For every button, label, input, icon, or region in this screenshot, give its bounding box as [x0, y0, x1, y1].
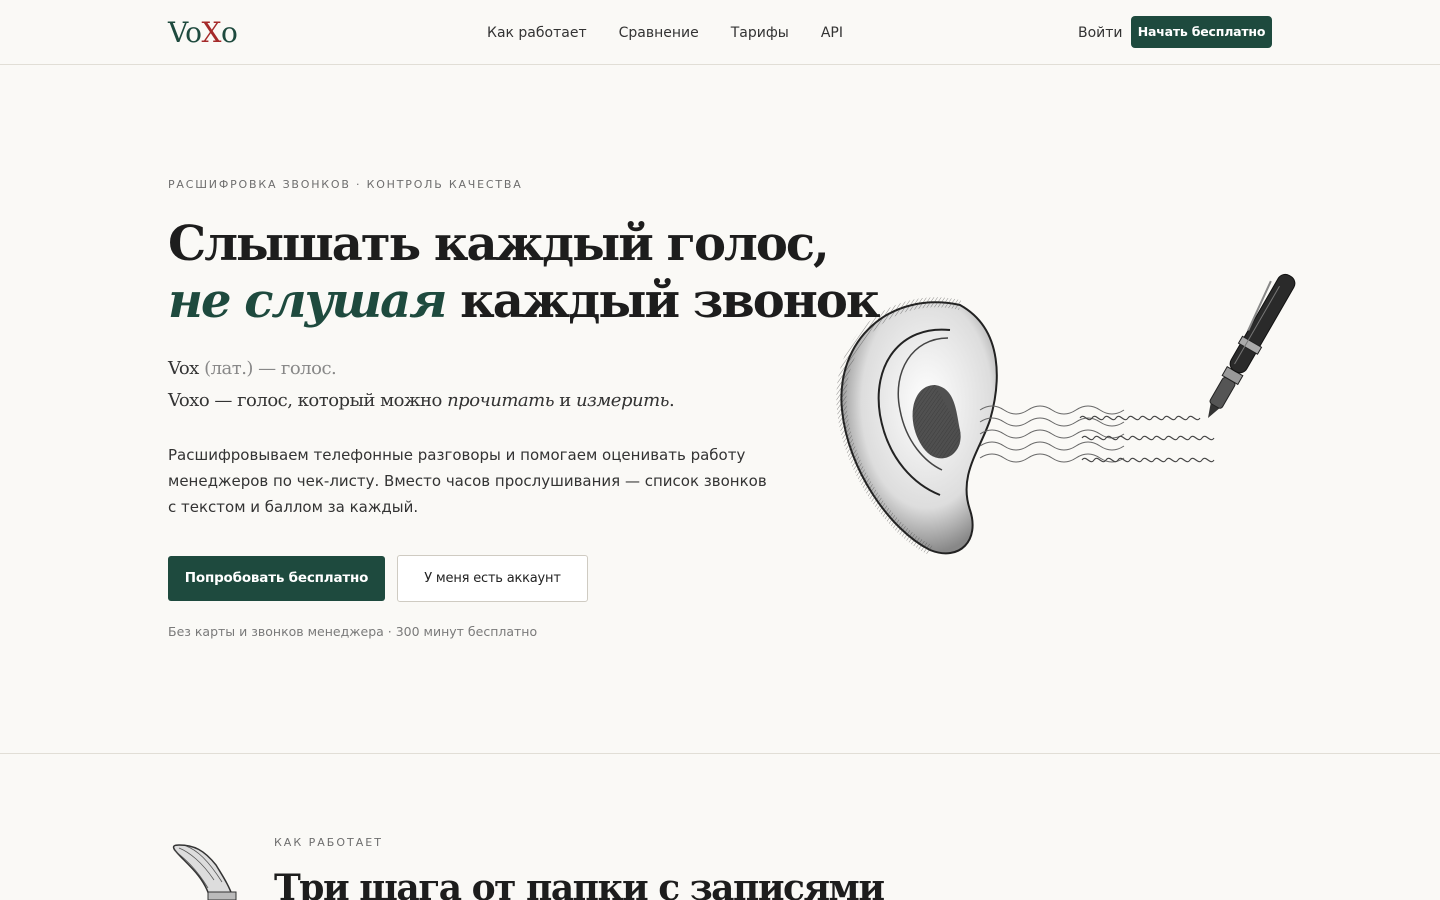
how-it-works-eyebrow: КАК РАБОТАЕТ — [274, 836, 383, 849]
tagline-measure: измерить — [575, 390, 669, 411]
how-it-works-title: Три шага от папки с записями — [274, 867, 885, 900]
hero-title-line1: Слышать каждый голос, — [168, 216, 830, 272]
logo-part: Vo — [168, 16, 202, 49]
hero-title: Слышать каждый голос, не слушая каждый з… — [168, 216, 881, 330]
hero-tagline-1: Vox (лат.) — голос. — [168, 357, 337, 381]
site-header: VoXo Как работает Сравнение Тарифы API В… — [0, 0, 1440, 65]
section-divider — [0, 753, 1440, 754]
logo-x: X — [201, 16, 222, 49]
gramophone-icon — [172, 844, 237, 900]
nav-link-api[interactable]: API — [821, 24, 843, 42]
hero-title-emphasis: не слушая — [168, 273, 447, 329]
nav-link-how[interactable]: Как работает — [487, 24, 587, 42]
logo[interactable]: VoXo — [168, 16, 238, 50]
nav-link-compare[interactable]: Сравнение — [619, 24, 699, 42]
hero-tagline-2: Voxo — голос, который можно прочитать и … — [168, 389, 675, 413]
logo-part: o — [220, 16, 238, 49]
hero-description: Расшифровываем телефонные разговоры и по… — [168, 446, 767, 516]
try-free-button[interactable]: Попробовать бесплатно — [168, 556, 385, 601]
hero-fine-print: Без карты и звонков менеджера · 300 мину… — [168, 624, 538, 639]
tagline-read: прочитать — [447, 390, 555, 411]
ear-pen-illustration-icon — [836, 273, 1296, 555]
tagline-text: и — [554, 390, 576, 411]
start-free-button[interactable]: Начать бесплатно — [1131, 16, 1272, 48]
tagline-meaning: (лат.) — голос. — [198, 358, 337, 379]
main-nav: Как работает Сравнение Тарифы API — [487, 24, 843, 42]
tagline-text: Voxo — голос, который можно — [168, 390, 448, 411]
have-account-button[interactable]: У меня есть аккаунт — [397, 555, 588, 602]
hero-eyebrow: РАСШИФРОВКА ЗВОНКОВ · КОНТРОЛЬ КАЧЕСТВА — [168, 178, 523, 191]
tagline-vox: Vox — [168, 358, 199, 379]
nav-link-pricing[interactable]: Тарифы — [731, 24, 789, 42]
tagline-text: . — [668, 390, 675, 411]
hero-title-rest: каждый звонок — [445, 273, 880, 329]
login-link[interactable]: Войти — [1078, 24, 1123, 42]
